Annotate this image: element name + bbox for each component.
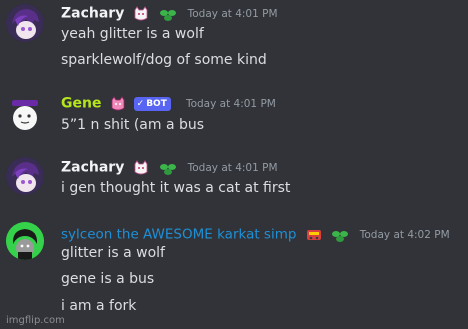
avatar[interactable] — [6, 222, 44, 260]
leaf-emoji-icon — [331, 228, 349, 242]
message-text: i gen thought it was a cat at first — [61, 180, 291, 196]
message-text: yeah glitter is a wolf — [61, 26, 204, 42]
bot-tag: ✓ BOT — [133, 96, 171, 111]
message-text: gene is a bus — [61, 271, 155, 287]
bot-tag-label: BOT — [146, 98, 167, 109]
cat-emoji-badge-icon — [110, 95, 126, 112]
message-text: i am a fork — [61, 298, 137, 314]
username[interactable]: sylceon the AWESOME karkat simp — [61, 227, 296, 243]
timestamp: Today at 4:01 PM — [187, 161, 278, 174]
username[interactable]: Gene — [61, 96, 101, 112]
cat-emoji-badge-icon — [133, 5, 149, 22]
timestamp: Today at 4:02 PM — [359, 228, 450, 241]
leaf-emoji-icon — [159, 161, 177, 175]
timestamp: Today at 4:01 PM — [187, 7, 278, 20]
message-text: glitter is a wolf — [61, 245, 165, 261]
cat-emoji-badge-icon — [133, 159, 149, 176]
avatar[interactable] — [6, 96, 44, 134]
avatar[interactable] — [6, 157, 44, 195]
cat-emoji-badge-icon — [306, 227, 322, 243]
avatar[interactable] — [6, 4, 44, 42]
message-text: sparklewolf/dog of some kind — [61, 52, 267, 68]
watermark: imgflip.com — [6, 315, 65, 326]
message-text: 5”1 n shit (am a bus — [61, 117, 205, 133]
username[interactable]: Zachary — [61, 6, 124, 22]
leaf-emoji-icon — [159, 7, 177, 21]
checkmark-icon: ✓ — [136, 98, 145, 109]
username[interactable]: Zachary — [61, 160, 124, 176]
timestamp: Today at 4:01 PM — [185, 97, 276, 110]
